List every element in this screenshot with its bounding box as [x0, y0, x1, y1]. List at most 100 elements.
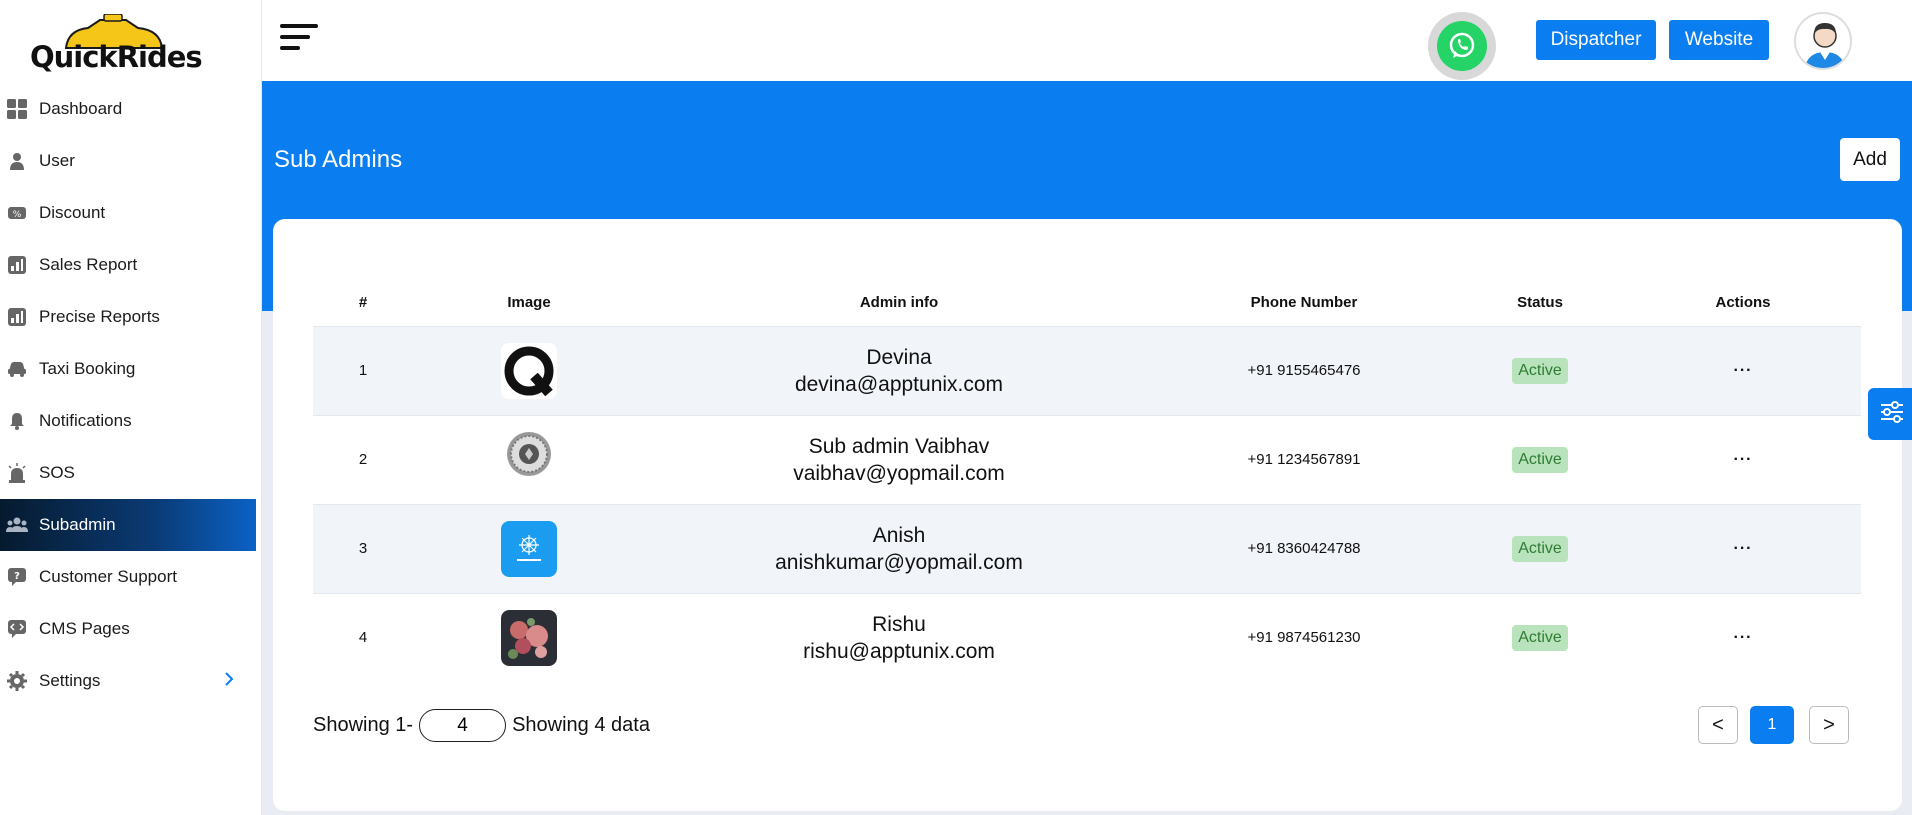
- admin-avatar-image: [501, 342, 557, 399]
- sidebar-nav: Dashboard User % Discount Sales Report P…: [0, 83, 256, 707]
- sidebar: QuickRides Dashboard User % Discount Sal…: [0, 0, 262, 815]
- admin-phone: +91 8360424788: [1247, 540, 1361, 557]
- sidebar-item-cms-pages[interactable]: CMS Pages: [0, 603, 256, 655]
- sidebar-item-notifications[interactable]: Notifications: [0, 395, 256, 447]
- page-1-button[interactable]: 1: [1750, 706, 1794, 744]
- sidebar-item-label: Notifications: [39, 411, 132, 430]
- brand-name: QuickRides: [30, 40, 203, 74]
- menu-toggle-icon[interactable]: [280, 24, 320, 58]
- admin-email: vaibhav@yopmail.com: [793, 461, 1005, 485]
- pagination-summary: Showing 1- Showing 4 data: [313, 709, 650, 742]
- more-actions-icon[interactable]: ···: [1734, 362, 1753, 379]
- customizer-toggle-button[interactable]: [1868, 388, 1912, 440]
- subadmins-table: # Image Admin info Phone Number Status A…: [313, 279, 1861, 682]
- showing-suffix: Showing 4 data: [512, 714, 650, 736]
- more-actions-icon[interactable]: ···: [1734, 451, 1753, 468]
- status-badge[interactable]: Active: [1512, 535, 1568, 562]
- sidebar-item-subadmin[interactable]: Subadmin: [0, 499, 256, 551]
- avatar[interactable]: [1794, 12, 1852, 70]
- status-badge[interactable]: Active: [1512, 446, 1568, 473]
- sidebar-item-label: Sales Report: [39, 255, 138, 274]
- alarm-icon: [6, 462, 28, 484]
- sidebar-item-sales-report[interactable]: Sales Report: [0, 239, 256, 291]
- row-image-cell: [413, 504, 645, 593]
- whatsapp-button[interactable]: [1428, 12, 1496, 80]
- table-header-row: # Image Admin info Phone Number Status A…: [313, 279, 1861, 326]
- admin-avatar-image: [501, 609, 557, 666]
- table-row: 3 Anish anishkumar@yopmail.com +91 83604…: [313, 504, 1861, 593]
- sidebar-item-label: CMS Pages: [39, 619, 130, 638]
- sidebar-item-dashboard[interactable]: Dashboard: [0, 83, 256, 135]
- admin-email: anishkumar@yopmail.com: [775, 550, 1023, 574]
- svg-text:%: %: [13, 210, 22, 220]
- admin-name: Sub admin Vaibhav: [808, 434, 990, 458]
- next-page-button[interactable]: >: [1809, 706, 1849, 744]
- row-number: 2: [358, 451, 368, 468]
- row-number: 4: [358, 629, 368, 647]
- admin-name: Anish: [872, 523, 926, 547]
- admin-phone: +91 9155465476: [1247, 362, 1361, 379]
- more-actions-icon[interactable]: ···: [1734, 629, 1753, 646]
- whatsapp-icon: [1437, 21, 1487, 71]
- sidebar-item-discount[interactable]: % Discount: [0, 187, 256, 239]
- prev-page-button[interactable]: <: [1698, 706, 1738, 744]
- sidebar-item-label: Dashboard: [39, 99, 123, 118]
- discount-icon: %: [6, 202, 28, 224]
- taxi-icon: [6, 358, 28, 380]
- row-number: 3: [358, 540, 368, 557]
- sidebar-item-taxi-booking[interactable]: Taxi Booking: [0, 343, 256, 395]
- column-header-image: Image: [507, 293, 551, 311]
- admin-info-cell: Rishu rishu@apptunix.com: [645, 593, 1153, 682]
- showing-prefix: Showing 1-: [313, 714, 414, 736]
- sliders-icon: [1879, 399, 1905, 430]
- row-image-cell: [413, 593, 645, 682]
- table-row: 2 Sub admin Vaibhav vaibhav@yopmail.com …: [313, 415, 1861, 504]
- status-badge[interactable]: Active: [1512, 624, 1568, 651]
- admin-avatar-image: [501, 431, 557, 488]
- status-cell: Active: [1455, 415, 1625, 504]
- add-button[interactable]: Add: [1840, 138, 1900, 181]
- sidebar-item-label: Settings: [39, 671, 101, 690]
- code-icon: [6, 618, 28, 640]
- sidebar-item-settings[interactable]: Settings: [0, 655, 256, 707]
- sidebar-item-label: SOS: [39, 463, 75, 482]
- top-bar: Dispatcher Website: [262, 0, 1912, 81]
- dashboard-icon: [6, 98, 28, 120]
- column-header-number: #: [358, 293, 368, 311]
- sidebar-item-sos[interactable]: SOS: [0, 447, 256, 499]
- table-row: 1 Devina devina@apptunix.com +91 9155465…: [313, 326, 1861, 415]
- sidebar-item-label: Subadmin: [39, 515, 116, 534]
- row-image-cell: [413, 326, 645, 415]
- row-image-cell: [413, 415, 645, 504]
- status-cell: Active: [1455, 326, 1625, 415]
- admin-email: rishu@apptunix.com: [803, 639, 995, 663]
- support-icon: ?: [6, 566, 28, 588]
- admin-name: Devina: [866, 345, 932, 369]
- gear-icon: [6, 670, 28, 692]
- dispatcher-button[interactable]: Dispatcher: [1536, 20, 1656, 60]
- column-header-phone: Phone Number: [1250, 293, 1358, 311]
- website-button[interactable]: Website: [1669, 20, 1769, 60]
- column-header-admin-info: Admin info: [859, 293, 939, 311]
- sidebar-item-precise-reports[interactable]: Precise Reports: [0, 291, 256, 343]
- report-icon: [6, 306, 28, 328]
- column-header-actions: Actions: [1715, 293, 1771, 311]
- sidebar-item-customer-support[interactable]: ? Customer Support: [0, 551, 256, 603]
- user-icon: [6, 150, 28, 172]
- sidebar-item-label: Taxi Booking: [39, 359, 136, 378]
- status-badge[interactable]: Active: [1512, 357, 1568, 384]
- more-actions-icon[interactable]: ···: [1734, 540, 1753, 557]
- sidebar-item-label: User: [39, 151, 75, 170]
- status-cell: Active: [1455, 593, 1625, 682]
- sidebar-item-user[interactable]: User: [0, 135, 256, 187]
- actions-cell: ···: [1625, 504, 1861, 593]
- actions-cell: ···: [1625, 326, 1861, 415]
- row-number: 1: [358, 362, 368, 379]
- page-title: Sub Admins: [274, 146, 403, 173]
- svg-text:?: ?: [14, 571, 20, 582]
- table-row: 4 Rishu rishu@apptunix.com +91 987456123…: [313, 593, 1861, 682]
- group-icon: [6, 514, 28, 536]
- quickrides-logo[interactable]: QuickRides: [28, 10, 203, 76]
- actions-cell: ···: [1625, 593, 1861, 682]
- page-size-input[interactable]: [419, 709, 507, 742]
